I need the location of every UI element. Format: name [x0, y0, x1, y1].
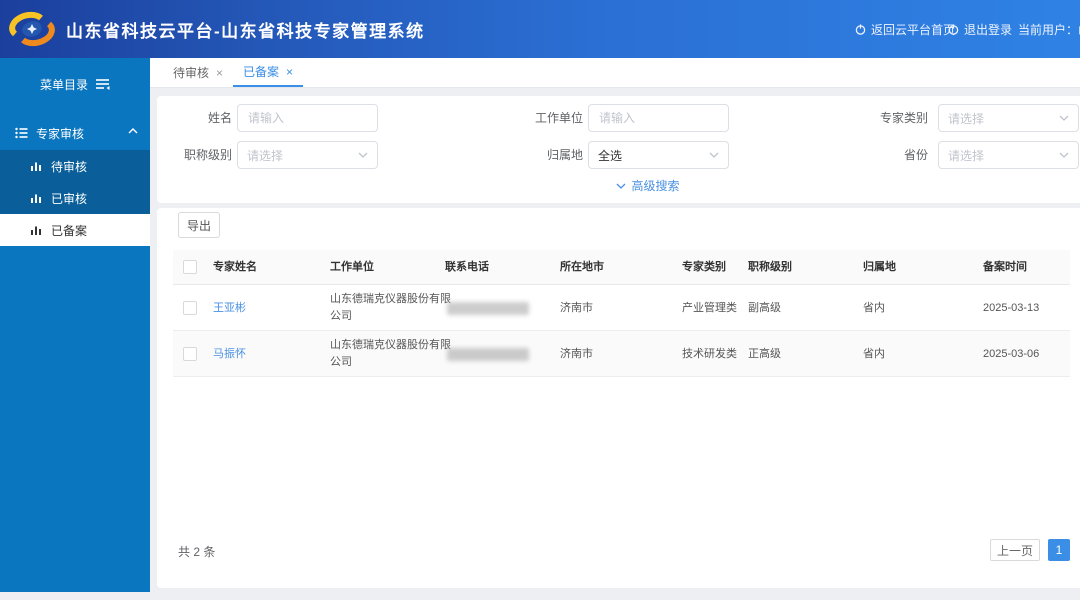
- page-1-button[interactable]: 1: [1048, 539, 1070, 561]
- col-header-phone: 联系电话: [445, 250, 489, 285]
- table-row: 王亚彬 山东德瑞克仪器股份有限公司 济南市 产业管理类 副高级 省内 2025-…: [173, 285, 1070, 331]
- sidebar-item-pending-review[interactable]: 待审核: [0, 150, 150, 182]
- sidebar-item-label: 已备案: [51, 222, 87, 239]
- row-checkbox[interactable]: [183, 301, 197, 315]
- work-unit-cell: 山东德瑞克仪器股份有限公司: [330, 291, 456, 325]
- return-home-label: 返回云平台首页: [871, 21, 955, 38]
- bar-chart-icon: [30, 192, 42, 204]
- work-unit-label: 工作单位: [513, 104, 583, 132]
- bar-chart-icon: [30, 160, 42, 172]
- title-level-cell: 副高级: [748, 285, 781, 331]
- region-label: 归属地: [513, 141, 583, 169]
- bar-chart-icon: [30, 224, 42, 236]
- power-icon: [948, 24, 959, 35]
- total-count: 共 2 条: [178, 543, 215, 560]
- name-label: 姓名: [162, 104, 232, 132]
- select-placeholder: 请选择: [247, 147, 283, 164]
- export-button[interactable]: 导出: [178, 212, 220, 238]
- expert-category-label: 专家类别: [858, 104, 928, 132]
- advanced-search-link[interactable]: 高级搜索: [598, 177, 698, 194]
- tab-pending-review[interactable]: 待审核 ×: [163, 58, 233, 87]
- menu-collapse-icon[interactable]: [95, 78, 110, 90]
- work-unit-cell: 山东德瑞克仪器股份有限公司: [330, 337, 456, 371]
- region-select[interactable]: 全选: [588, 141, 729, 169]
- chevron-up-icon: [128, 128, 138, 134]
- title-level-select[interactable]: 请选择: [237, 141, 378, 169]
- table-header-row: 专家姓名 工作单位 联系电话 所在地市 专家类别 职称级别 归属地 备案时间: [173, 250, 1070, 285]
- power-icon: [855, 24, 866, 35]
- select-value: 全选: [598, 147, 622, 164]
- sidebar-item-filed[interactable]: 已备案: [0, 214, 150, 246]
- sidebar-group-expert-review[interactable]: 专家审核: [0, 116, 150, 150]
- return-home-link[interactable]: 返回云平台首页: [855, 0, 955, 58]
- platform-logo-icon: [8, 7, 56, 51]
- page-title: 山东省科技云平台-山东省科技专家管理系统: [66, 17, 425, 42]
- chevron-down-icon: [709, 152, 719, 158]
- chevron-down-icon: [616, 183, 626, 189]
- close-icon[interactable]: ×: [286, 65, 293, 79]
- title-level-cell: 正高级: [748, 331, 781, 377]
- city-cell: 济南市: [560, 331, 593, 377]
- category-cell: 产业管理类: [682, 285, 737, 331]
- sidebar: 菜单目录 专家审核 待审核 已审核 已备案: [0, 58, 150, 592]
- col-header-region: 归属地: [863, 250, 896, 285]
- expert-name-link[interactable]: 王亚彬: [213, 285, 246, 331]
- sidebar-group-label: 专家审核: [36, 125, 84, 142]
- col-header-category: 专家类别: [682, 250, 726, 285]
- sidebar-item-reviewed[interactable]: 已审核: [0, 182, 150, 214]
- chevron-down-icon: [1059, 152, 1069, 158]
- advanced-search-label: 高级搜索: [631, 177, 679, 194]
- city-cell: 济南市: [560, 285, 593, 331]
- record-date-cell: 2025-03-06: [983, 331, 1039, 377]
- logout-link[interactable]: 退出登录: [948, 0, 1012, 58]
- select-placeholder: 请选择: [948, 110, 984, 127]
- col-header-city: 所在地市: [560, 250, 604, 285]
- list-icon: [15, 127, 28, 139]
- col-header-title-level: 职称级别: [748, 250, 792, 285]
- region-cell: 省内: [863, 331, 885, 377]
- category-cell: 技术研发类: [682, 331, 737, 377]
- record-date-cell: 2025-03-13: [983, 285, 1039, 331]
- prev-page-button[interactable]: 上一页: [990, 539, 1040, 561]
- table-row: 马振怀 山东德瑞克仪器股份有限公司 济南市 技术研发类 正高级 省内 2025-…: [173, 331, 1070, 377]
- chevron-down-icon: [1059, 115, 1069, 121]
- region-cell: 省内: [863, 285, 885, 331]
- province-label: 省份: [858, 141, 928, 169]
- tab-bar: 待审核 × 已备案 ×: [150, 58, 1080, 88]
- tab-label: 待审核: [173, 64, 209, 81]
- col-header-record-date: 备案时间: [983, 250, 1027, 285]
- close-icon[interactable]: ×: [216, 66, 223, 80]
- title-level-label: 职称级别: [162, 141, 232, 169]
- name-input[interactable]: [237, 104, 378, 132]
- sidebar-item-label: 已审核: [51, 190, 87, 207]
- sidebar-submenu: 待审核 已审核 已备案: [0, 150, 150, 246]
- logout-label: 退出登录: [964, 21, 1012, 38]
- row-checkbox[interactable]: [183, 347, 197, 361]
- tab-label: 已备案: [243, 63, 279, 80]
- current-user-label: 当前用户：山东: [1018, 0, 1080, 58]
- province-select[interactable]: 请选择: [938, 141, 1079, 169]
- phone-redacted: [447, 348, 529, 361]
- select-all-checkbox[interactable]: [183, 260, 197, 274]
- expert-name-link[interactable]: 马振怀: [213, 331, 246, 377]
- col-header-expert-name: 专家姓名: [213, 250, 257, 285]
- expert-category-select[interactable]: 请选择: [938, 104, 1079, 132]
- chevron-down-icon: [358, 152, 368, 158]
- select-placeholder: 请选择: [948, 147, 984, 164]
- app-header: 山东省科技云平台-山东省科技专家管理系统 返回云平台首页 退出登录 当前用户：山…: [0, 0, 1080, 58]
- col-header-work-unit: 工作单位: [330, 250, 374, 285]
- phone-redacted: [447, 302, 529, 315]
- tab-filed[interactable]: 已备案 ×: [233, 58, 303, 87]
- menu-directory-header: 菜单目录: [0, 64, 150, 104]
- menu-directory-label: 菜单目录: [40, 76, 88, 93]
- work-unit-input[interactable]: [588, 104, 729, 132]
- sidebar-item-label: 待审核: [51, 158, 87, 175]
